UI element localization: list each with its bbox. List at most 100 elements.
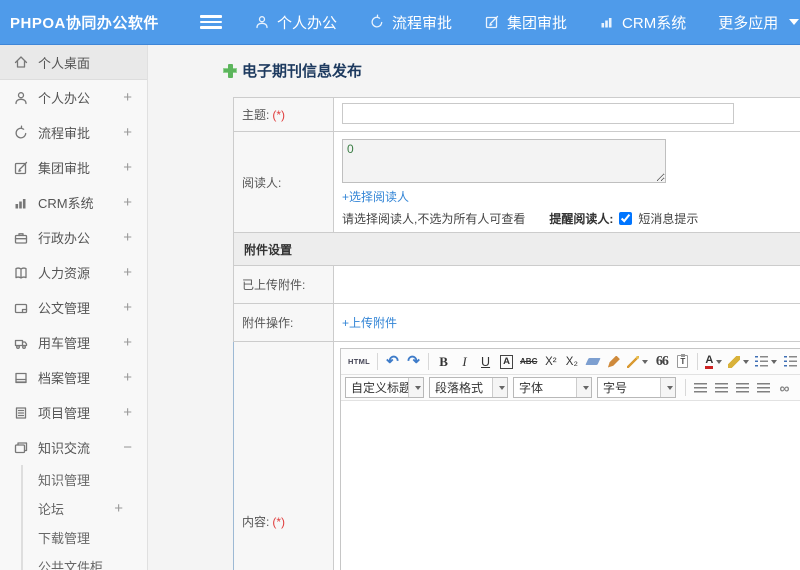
collapse-icon[interactable]: − bbox=[123, 439, 132, 456]
superscript-button[interactable]: X² bbox=[541, 352, 560, 372]
unordered-list-icon[interactable] bbox=[781, 352, 800, 372]
attachment-actions-row: 附件操作: +上传附件 bbox=[233, 304, 800, 342]
hamburger-menu-icon[interactable] bbox=[200, 15, 222, 29]
dropdown-caret-icon[interactable] bbox=[576, 378, 591, 397]
format-brush-icon[interactable] bbox=[604, 352, 623, 372]
edit-icon bbox=[13, 160, 29, 176]
expand-icon[interactable]: + bbox=[123, 404, 132, 421]
bold-button[interactable]: B bbox=[434, 352, 453, 372]
custom-heading-dropdown[interactable]: 自定义标题 bbox=[345, 377, 424, 398]
page-title: 电子期刊信息发布 bbox=[242, 63, 363, 80]
sidebar-item-label: 项目管理 bbox=[38, 406, 91, 421]
chart-icon bbox=[13, 195, 29, 211]
expand-icon[interactable]: + bbox=[123, 124, 132, 141]
readers-value-cell: +选择阅读人 请选择阅读人,不选为所有人可查看 提醒阅读人: 短消息提示 bbox=[334, 132, 800, 232]
align-justify-icon[interactable] bbox=[754, 378, 773, 398]
sidebar-item-admin-office[interactable]: 行政办公 + bbox=[0, 220, 147, 255]
sidebar-item-document-management[interactable]: 公文管理 + bbox=[0, 290, 147, 325]
font-color-button[interactable]: A bbox=[703, 352, 724, 372]
sms-notify-checkbox[interactable] bbox=[619, 212, 633, 225]
readers-textarea[interactable] bbox=[342, 139, 666, 183]
dropdown-caret-icon[interactable] bbox=[492, 378, 507, 397]
nav-personal-office[interactable]: 个人办公 bbox=[254, 12, 337, 33]
sms-notify-label: 短消息提示 bbox=[638, 212, 699, 226]
sidebar-subitem-label: 下载管理 bbox=[38, 531, 91, 546]
sidebar-item-personal-desktop[interactable]: 个人桌面 bbox=[0, 45, 147, 80]
nav-more-apps[interactable]: 更多应用 bbox=[718, 12, 800, 33]
expand-icon[interactable]: + bbox=[123, 229, 132, 246]
expand-icon[interactable]: + bbox=[114, 500, 123, 517]
align-center-icon[interactable] bbox=[712, 378, 731, 398]
dropdown-caret-icon[interactable] bbox=[660, 378, 675, 397]
home-icon bbox=[13, 54, 29, 70]
link-icon[interactable]: ∞ bbox=[775, 378, 794, 398]
sidebar-item-project-management[interactable]: 项目管理 + bbox=[0, 395, 147, 430]
html-source-button[interactable]: HTML bbox=[346, 352, 372, 372]
attachment-section-title: 附件设置 bbox=[244, 242, 293, 257]
sidebar-item-workflow-approval[interactable]: 流程审批 + bbox=[0, 115, 147, 150]
font-style-button[interactable]: A bbox=[497, 352, 516, 372]
expand-icon[interactable]: + bbox=[123, 369, 132, 386]
expand-icon[interactable]: + bbox=[123, 159, 132, 176]
sidebar-item-label: 档案管理 bbox=[38, 371, 91, 386]
sidebar-subitem-forum[interactable]: 论坛 + bbox=[23, 494, 147, 523]
sidebar-item-archive-management[interactable]: 档案管理 + bbox=[0, 360, 147, 395]
nav-crm-system[interactable]: CRM系统 bbox=[599, 12, 686, 33]
align-left-icon[interactable] bbox=[691, 378, 710, 398]
sidebar-subitem-knowledge-management[interactable]: 知识管理 bbox=[23, 465, 147, 494]
sidebar-item-label: 个人办公 bbox=[38, 91, 91, 106]
blockquote-button[interactable]: 66 bbox=[652, 352, 671, 372]
undo-button[interactable]: ↶ bbox=[383, 352, 402, 372]
sidebar-subitem-download-management[interactable]: 下载管理 bbox=[23, 523, 147, 552]
sidebar-item-label: 个人桌面 bbox=[38, 55, 91, 71]
redo-button[interactable]: ↷ bbox=[404, 352, 423, 372]
eraser-icon[interactable] bbox=[583, 352, 602, 372]
expand-icon[interactable]: + bbox=[123, 264, 132, 281]
magic-wand-icon[interactable] bbox=[625, 352, 650, 372]
font-family-dropdown[interactable]: 字体 bbox=[513, 377, 592, 398]
uploaded-attachments-row: 已上传附件: bbox=[233, 266, 800, 304]
subject-input[interactable] bbox=[342, 103, 734, 124]
subject-value-cell bbox=[334, 98, 800, 131]
sidebar-item-vehicle-management[interactable]: 用车管理 + bbox=[0, 325, 147, 360]
select-readers-link[interactable]: +选择阅读人 bbox=[342, 188, 409, 205]
remind-readers-label: 提醒阅读人: bbox=[549, 212, 614, 226]
user-icon bbox=[254, 14, 270, 30]
content-label-text: 内容: bbox=[242, 515, 270, 529]
subscript-button[interactable]: X₂ bbox=[562, 352, 581, 372]
subject-label: 主题: (*) bbox=[234, 98, 334, 131]
sidebar-item-personal-office[interactable]: 个人办公 + bbox=[0, 80, 147, 115]
nav-workflow-approval[interactable]: 流程审批 bbox=[369, 12, 452, 33]
sidebar-sublist: 知识管理论坛 + 下载管理公共文件柜 bbox=[21, 465, 147, 570]
attachment-actions-value: +上传附件 bbox=[334, 304, 800, 341]
toolbar-separator bbox=[377, 353, 379, 370]
ordered-list-icon[interactable] bbox=[753, 352, 779, 372]
sidebar-item-knowledge-exchange[interactable]: 知识交流 − bbox=[0, 430, 147, 465]
editor-content-area[interactable] bbox=[341, 401, 800, 570]
readers-hint-line: 请选择阅读人,不选为所有人可查看 提醒阅读人: 短消息提示 bbox=[342, 210, 698, 227]
readers-label: 阅读人: bbox=[234, 132, 334, 232]
paragraph-format-dropdown[interactable]: 段落格式 bbox=[429, 377, 508, 398]
strikethrough-button[interactable]: ABC bbox=[518, 352, 539, 372]
sidebar-item-group-approval[interactable]: 集团审批 + bbox=[0, 150, 147, 185]
underline-button[interactable]: U bbox=[476, 352, 495, 372]
sidebar-subitem-public-file-cabinet[interactable]: 公共文件柜 bbox=[23, 552, 147, 570]
expand-icon[interactable]: + bbox=[123, 299, 132, 316]
sidebar-item-human-resources[interactable]: 人力资源 + bbox=[0, 255, 147, 290]
sidebar-subitem-label: 知识管理 bbox=[38, 473, 91, 488]
highlight-pen-icon[interactable] bbox=[726, 352, 751, 372]
nav-item-label: CRM系统 bbox=[622, 14, 687, 32]
paste-table-icon[interactable] bbox=[673, 352, 692, 372]
expand-icon[interactable]: + bbox=[123, 194, 132, 211]
attachment-section-header: 附件设置 bbox=[233, 233, 800, 266]
unlink-icon[interactable]: ∞ bbox=[796, 378, 800, 398]
dropdown-caret-icon[interactable] bbox=[408, 378, 423, 397]
align-right-icon[interactable] bbox=[733, 378, 752, 398]
expand-icon[interactable]: + bbox=[123, 89, 132, 106]
sidebar-item-crm-system[interactable]: CRM系统 + bbox=[0, 185, 147, 220]
font-size-dropdown[interactable]: 字号 bbox=[597, 377, 676, 398]
upload-attachment-link[interactable]: +上传附件 bbox=[342, 314, 397, 331]
expand-icon[interactable]: + bbox=[123, 334, 132, 351]
italic-button[interactable]: I bbox=[455, 352, 474, 372]
nav-group-approval[interactable]: 集团审批 bbox=[484, 12, 567, 33]
